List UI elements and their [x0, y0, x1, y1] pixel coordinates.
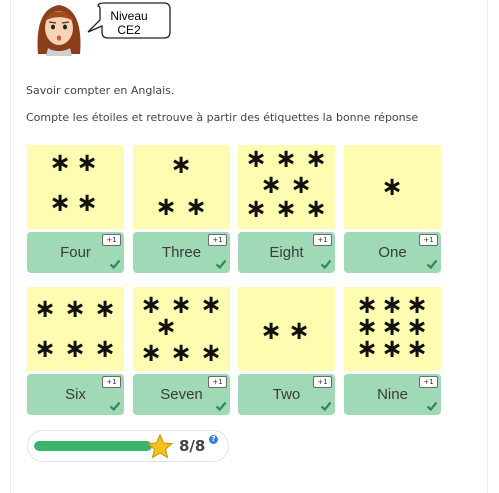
checkmark-icon [109, 259, 121, 270]
stars-box: ∗ [344, 145, 441, 229]
asterisk-star-icon: ∗ [49, 188, 71, 218]
asterisk-star-icon: ∗ [34, 294, 56, 324]
asterisk-star-icon: ∗ [64, 294, 86, 324]
stars-box: ∗ ∗ ∗ [133, 145, 230, 229]
stars-box: ∗ ∗ ∗ ∗ ∗ ∗ ∗ [133, 287, 230, 371]
answer-label[interactable]: Two +1 [238, 374, 335, 415]
level-line2: CE2 [117, 23, 141, 37]
stars-group: ∗ [381, 172, 403, 202]
asterisk-star-icon: ∗ [356, 334, 378, 364]
answer-label[interactable]: One +1 [344, 232, 441, 273]
stars-box: ∗ ∗ ∗ ∗ [27, 145, 124, 229]
stars-group: ∗ ∗ ∗∗∗ ∗ ∗ [140, 290, 222, 368]
exercise-instructions: Compte les étoiles et retrouve à partir … [26, 111, 419, 124]
asterisk-star-icon: ∗ [64, 334, 86, 364]
answer-label[interactable]: Four +1 [27, 232, 124, 273]
stars-box: ∗ ∗ ∗ ∗ ∗ ∗ [27, 287, 124, 371]
level-label: Niveau CE2 [100, 9, 158, 37]
checkmark-icon [320, 259, 332, 270]
stars-group: ∗ ∗ ∗ [155, 150, 207, 222]
asterisk-star-icon: ∗ [185, 192, 207, 222]
answer-label[interactable]: Six +1 [27, 374, 124, 415]
asterisk-star-icon: ∗ [76, 148, 98, 178]
asterisk-star-icon: ∗ [275, 194, 297, 224]
answer-label[interactable]: Nine +1 [344, 374, 441, 415]
points-badge: +1 [313, 376, 332, 388]
girl-avatar-icon [37, 5, 81, 56]
asterisk-star-icon: ∗ [34, 334, 56, 364]
asterisk-star-icon: ∗ [155, 192, 177, 222]
asterisk-star-icon: ∗ [381, 172, 403, 202]
progress-track [34, 441, 152, 451]
asterisk-star-icon: ∗ [94, 334, 116, 364]
progress-fill [34, 441, 152, 451]
points-badge: +1 [313, 234, 332, 246]
stars-group: ∗ ∗ ∗ ∗ ∗ ∗ [34, 294, 116, 364]
stars-box: ∗ ∗ [238, 287, 335, 371]
points-badge: +1 [208, 234, 227, 246]
asterisk-star-icon: ∗ [200, 290, 222, 320]
score-bar: 8/8 ? [27, 430, 229, 462]
asterisk-star-icon: ∗ [170, 150, 192, 180]
asterisk-star-icon: ∗ [381, 334, 403, 364]
checkmark-icon [109, 401, 121, 412]
points-badge: +1 [419, 234, 438, 246]
asterisk-star-icon: ∗ [140, 338, 162, 368]
score-text: 8/8 [179, 437, 206, 455]
stars-box: ∗ ∗ ∗ ∗ ∗ ∗ ∗ ∗ [238, 144, 335, 229]
checkmark-icon [215, 259, 227, 270]
checkmark-icon [426, 401, 438, 412]
points-badge: +1 [102, 376, 121, 388]
star-icon [147, 434, 173, 459]
stars-group: ∗ ∗ ∗∗ ∗∗ ∗ ∗ [245, 144, 327, 224]
asterisk-star-icon: ∗ [94, 294, 116, 324]
stars-group: ∗ ∗ ∗∗ ∗ ∗∗ ∗ ∗ [356, 290, 428, 364]
asterisk-star-icon: ∗ [49, 148, 71, 178]
asterisk-star-icon: ∗ [200, 338, 222, 368]
asterisk-star-icon: ∗ [406, 334, 428, 364]
points-badge: +1 [208, 376, 227, 388]
stars-group: ∗ ∗∗ ∗ [49, 148, 98, 218]
stars-group: ∗ ∗ [260, 316, 310, 346]
asterisk-star-icon: ∗ [76, 188, 98, 218]
checkmark-icon [215, 401, 227, 412]
checkmark-icon [320, 401, 332, 412]
level-line1: Niveau [110, 9, 148, 23]
points-badge: +1 [102, 234, 121, 246]
asterisk-star-icon: ∗ [245, 194, 267, 224]
answer-label[interactable]: Eight +1 [238, 232, 335, 273]
asterisk-star-icon: ∗ [260, 316, 282, 346]
checkmark-icon [426, 259, 438, 270]
exercise-title: Savoir compter en Anglais. [26, 84, 175, 97]
asterisk-star-icon: ∗ [170, 338, 192, 368]
points-badge: +1 [419, 376, 438, 388]
asterisk-star-icon: ∗ [305, 194, 327, 224]
help-icon[interactable]: ? [209, 435, 218, 444]
answer-label[interactable]: Seven +1 [133, 374, 230, 415]
asterisk-star-icon: ∗ [288, 316, 310, 346]
stars-box: ∗ ∗ ∗ ∗ ∗ ∗ ∗ ∗ ∗ [344, 287, 441, 371]
answer-label[interactable]: Three +1 [133, 232, 230, 273]
